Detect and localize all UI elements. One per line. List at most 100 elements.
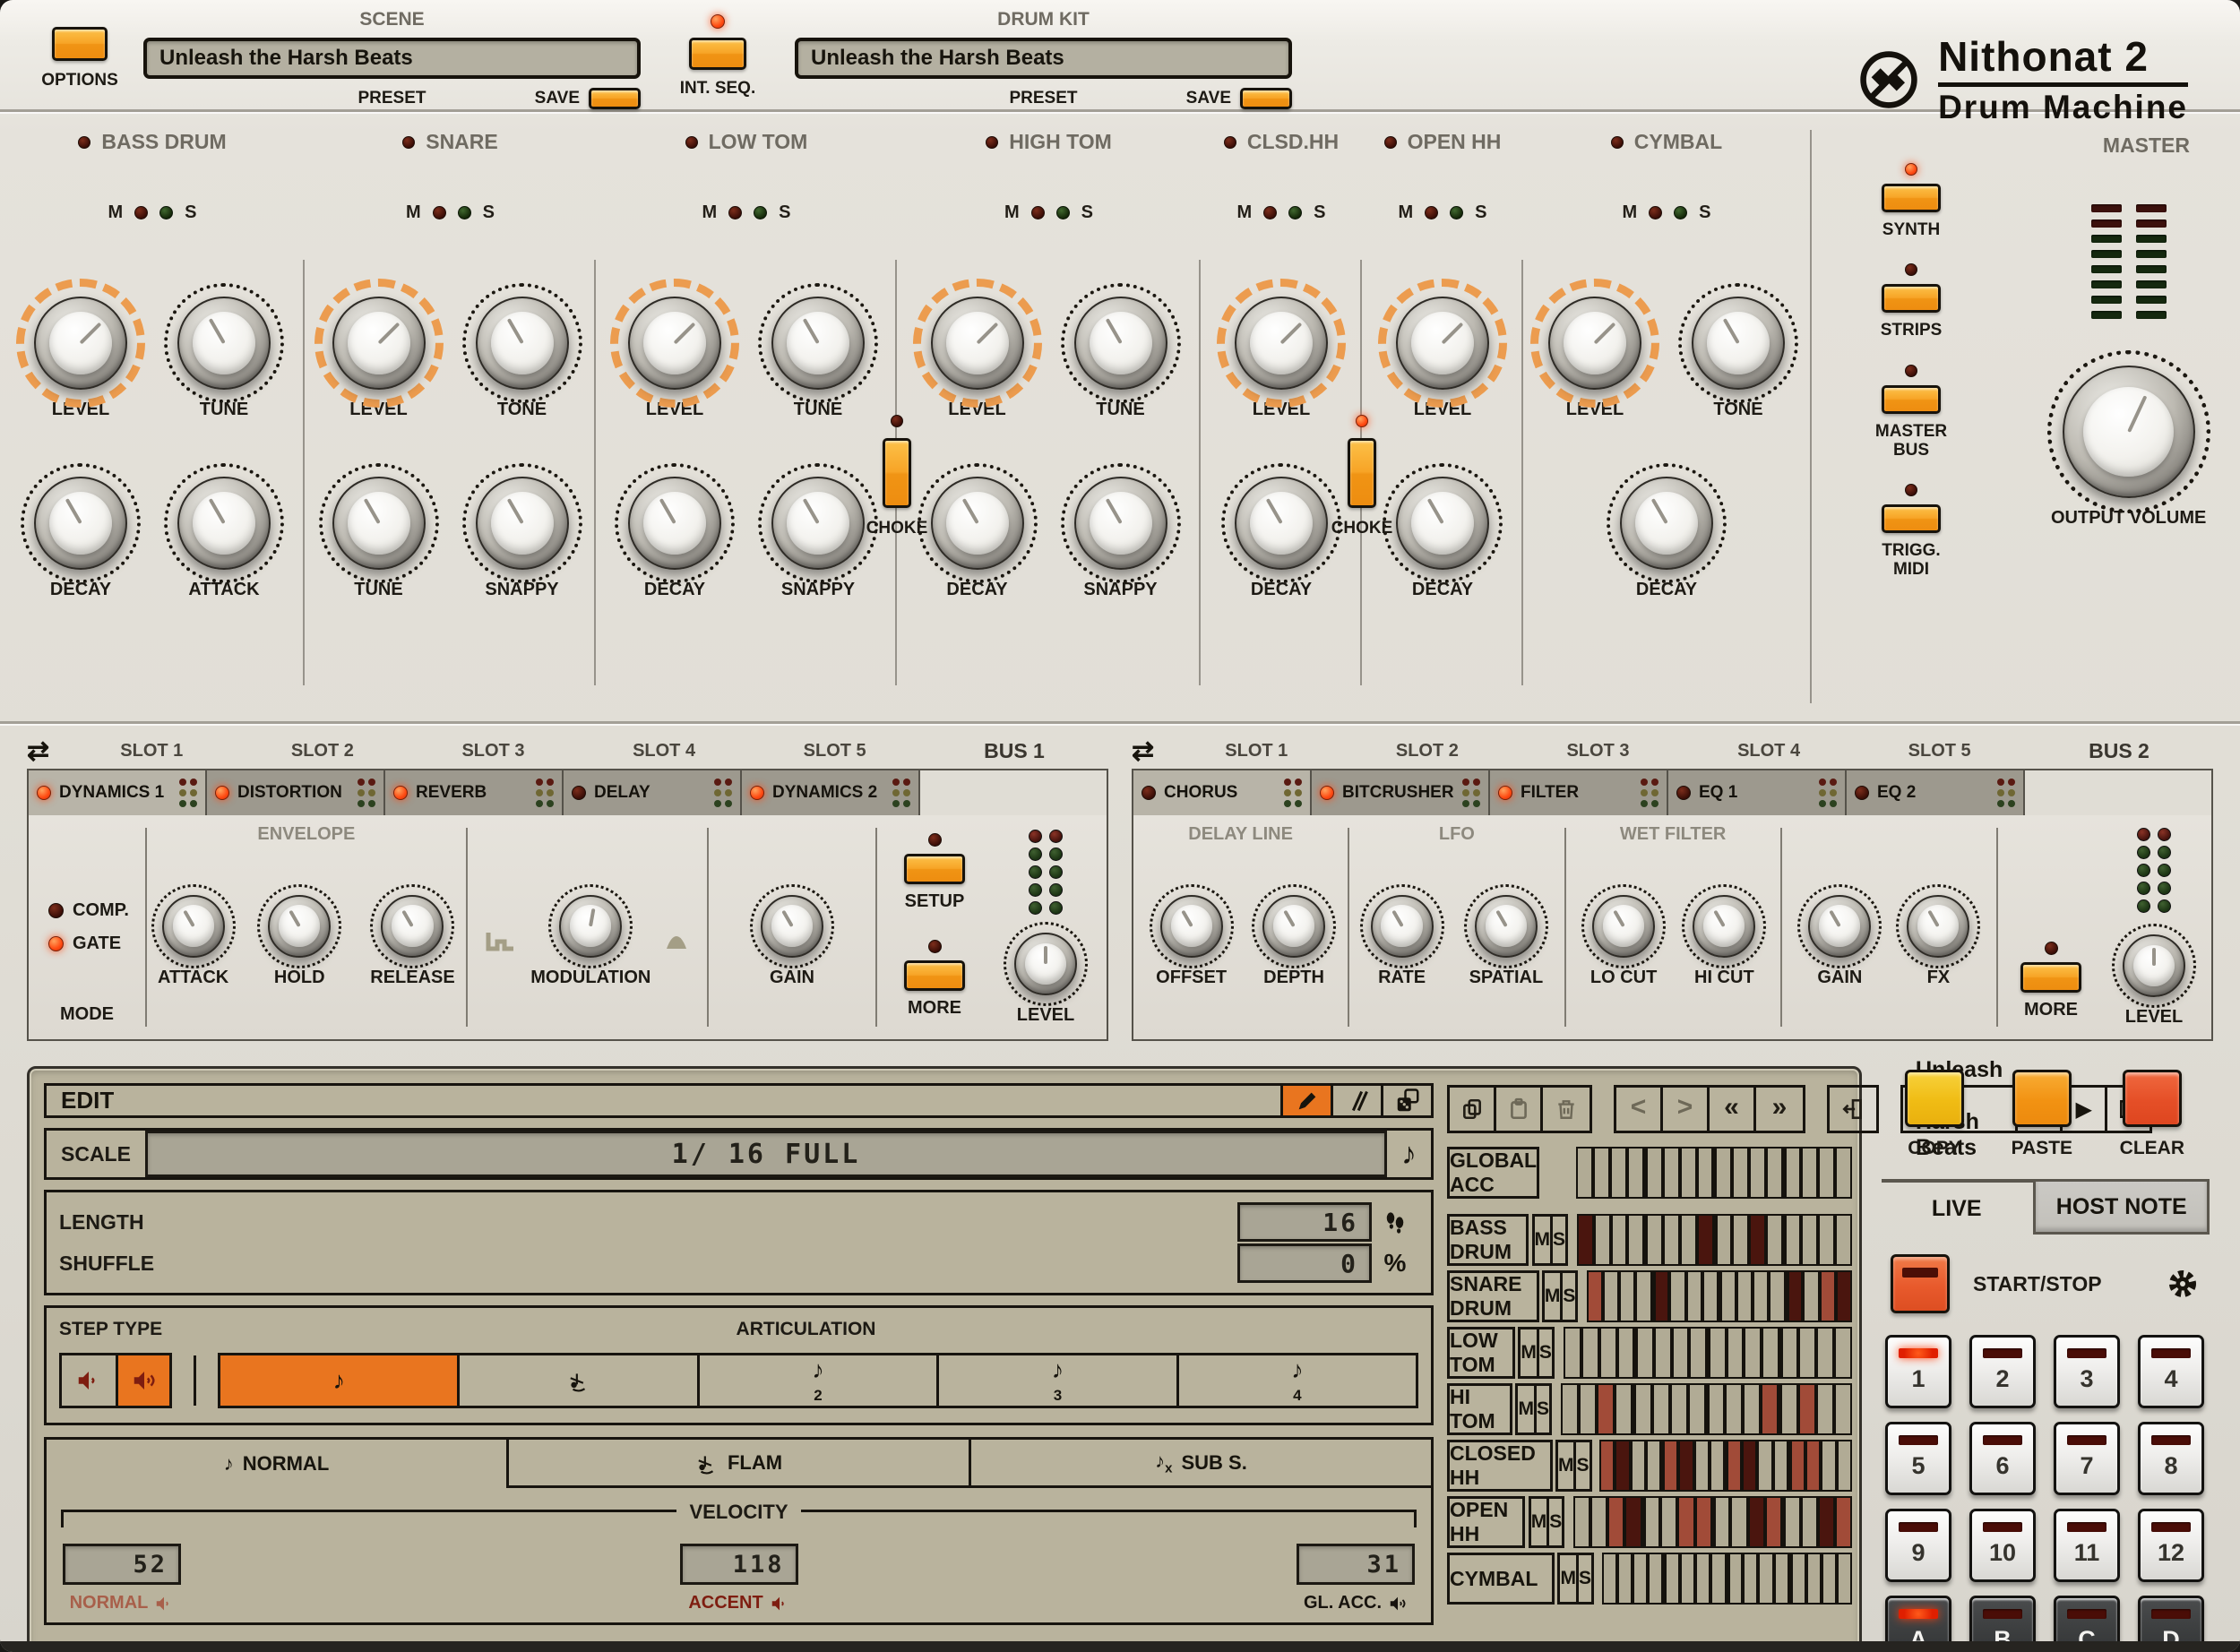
step-cell[interactable] <box>1648 1553 1664 1605</box>
step-cell[interactable] <box>1797 1383 1816 1435</box>
step-cell[interactable] <box>1610 1147 1628 1199</box>
tab-sub-steps[interactable]: ♪x SUB S. <box>971 1440 1431 1488</box>
velocity-accent-display[interactable]: 118 <box>679 1544 798 1585</box>
articulation-normal-button[interactable]: ♪ <box>220 1355 458 1406</box>
knob-level[interactable]: LEVEL <box>16 279 145 419</box>
step-cell[interactable] <box>1651 1383 1670 1435</box>
knob-gain[interactable]: GAIN <box>749 883 834 987</box>
step-cell[interactable] <box>1782 1214 1802 1266</box>
step-cell[interactable] <box>1833 1383 1852 1435</box>
step-cell[interactable] <box>1687 1383 1706 1435</box>
pattern-pad-12[interactable]: 12 <box>2138 1509 2204 1582</box>
step-cell[interactable] <box>1788 1553 1806 1605</box>
copy-pattern-icon[interactable] <box>1450 1088 1496 1131</box>
step-cell[interactable] <box>1835 1270 1853 1322</box>
knob-level[interactable]: LEVEL <box>610 279 739 419</box>
tab-host-note[interactable]: HOST NOTE <box>2033 1179 2210 1235</box>
step-cell[interactable] <box>1633 1383 1652 1435</box>
step-cell[interactable] <box>1719 1270 1736 1322</box>
knob-tune[interactable]: TUNE <box>318 463 439 599</box>
int-seq-button[interactable] <box>689 38 746 70</box>
knob-release[interactable]: RELEASE <box>370 883 455 987</box>
step-cell[interactable] <box>1713 1147 1732 1199</box>
step-cell[interactable] <box>1736 1270 1753 1322</box>
step-cell[interactable] <box>1834 1496 1852 1548</box>
articulation-flam-button[interactable] <box>457 1355 696 1406</box>
mute-button[interactable]: M <box>1558 1442 1577 1489</box>
step-cell[interactable] <box>1581 1327 1599 1379</box>
solo-label[interactable]: S <box>1314 202 1325 223</box>
velocity-global-display[interactable]: 31 <box>1297 1544 1415 1585</box>
bus1-comp-mode[interactable]: COMP. <box>48 900 129 921</box>
step-cell[interactable] <box>1743 1383 1762 1435</box>
knob-hold[interactable]: HOLD <box>257 883 342 987</box>
solo-button[interactable]: S <box>1579 1555 1591 1602</box>
pattern-pad-4[interactable]: 4 <box>2138 1335 2204 1408</box>
jump-start-icon[interactable]: « <box>1710 1088 1756 1131</box>
orange-button[interactable] <box>1882 284 1941 314</box>
orange-button[interactable] <box>1882 384 1941 414</box>
step-cell[interactable] <box>1602 1270 1620 1322</box>
solo-label[interactable]: S <box>1081 202 1093 223</box>
step-cell[interactable] <box>1689 1327 1708 1379</box>
paste-pattern-icon[interactable] <box>1496 1088 1543 1131</box>
step-cell[interactable] <box>1662 1214 1680 1266</box>
step-cell[interactable] <box>1765 1147 1783 1199</box>
fx-slot-eq-2[interactable]: EQ 2 <box>1847 770 2023 815</box>
step-cell[interactable] <box>1798 1327 1817 1379</box>
step-cell[interactable] <box>1694 1496 1712 1548</box>
pencil-tool-button[interactable] <box>1280 1086 1331 1115</box>
knob-tune[interactable]: TUNE <box>164 283 284 419</box>
step-cell[interactable] <box>1634 1327 1654 1379</box>
shuffle-display[interactable]: 0 <box>1237 1243 1372 1283</box>
mute-button[interactable]: M <box>1518 1386 1537 1433</box>
solo-button[interactable]: S <box>1553 1217 1565 1263</box>
knob-tone[interactable]: TONE <box>1678 283 1798 419</box>
step-cell[interactable] <box>1669 1383 1688 1435</box>
step-cell[interactable] <box>1624 1496 1642 1548</box>
step-cell[interactable] <box>1725 1440 1743 1492</box>
step-cell[interactable] <box>1758 1553 1774 1605</box>
knob-fx[interactable]: FX <box>1896 883 1981 987</box>
mute-label[interactable]: M <box>406 202 421 223</box>
mute-label[interactable]: M <box>1622 202 1637 223</box>
solo-button[interactable]: S <box>1576 1442 1589 1489</box>
step-cell[interactable] <box>1671 1327 1690 1379</box>
step-cell[interactable] <box>1782 1147 1802 1199</box>
step-cell[interactable] <box>1695 1553 1711 1605</box>
eraser-tool-button[interactable] <box>1331 1086 1381 1115</box>
step-cell[interactable] <box>1747 1496 1765 1548</box>
step-soft-button[interactable] <box>62 1355 116 1406</box>
step-cell[interactable] <box>1805 1553 1822 1605</box>
settings-gear-icon[interactable] <box>2167 1268 2199 1300</box>
step-cell[interactable] <box>1788 1440 1805 1492</box>
step-cell[interactable] <box>1693 1440 1710 1492</box>
solo-label[interactable]: S <box>1475 202 1486 223</box>
step-cell[interactable] <box>1561 1383 1580 1435</box>
copy-button[interactable] <box>1905 1070 1964 1127</box>
knob-level[interactable]: LEVEL <box>1217 279 1346 419</box>
knob-level[interactable]: LEVEL <box>314 279 444 419</box>
step-cell[interactable] <box>1696 1214 1714 1266</box>
pattern-pad-7[interactable]: 7 <box>2054 1422 2120 1495</box>
step-cell[interactable] <box>1748 1147 1766 1199</box>
choke-button[interactable] <box>1348 438 1376 508</box>
bus1-gate-mode[interactable]: GATE <box>48 934 121 954</box>
step-cell[interactable] <box>1801 1147 1819 1199</box>
step-cell[interactable] <box>1586 1270 1603 1322</box>
drum-kit-save-button[interactable] <box>1240 88 1292 109</box>
knob-rate[interactable]: RATE <box>1359 883 1444 987</box>
step-cell[interactable] <box>1646 1440 1662 1492</box>
step-cell[interactable] <box>1579 1383 1598 1435</box>
step-cell[interactable] <box>1615 1440 1631 1492</box>
fx-slot-reverb[interactable]: REVERB <box>385 770 562 815</box>
step-cell[interactable] <box>1834 1327 1852 1379</box>
mute-label[interactable]: M <box>1004 202 1020 223</box>
step-cell[interactable] <box>1685 1270 1702 1322</box>
step-cell[interactable] <box>1815 1383 1834 1435</box>
step-cell[interactable] <box>1726 1327 1745 1379</box>
knob-modulation[interactable]: MODULATION <box>530 883 650 987</box>
solo-button[interactable]: S <box>1549 1499 1562 1545</box>
step-cell[interactable] <box>1678 1440 1694 1492</box>
step-cell[interactable] <box>1836 1440 1852 1492</box>
